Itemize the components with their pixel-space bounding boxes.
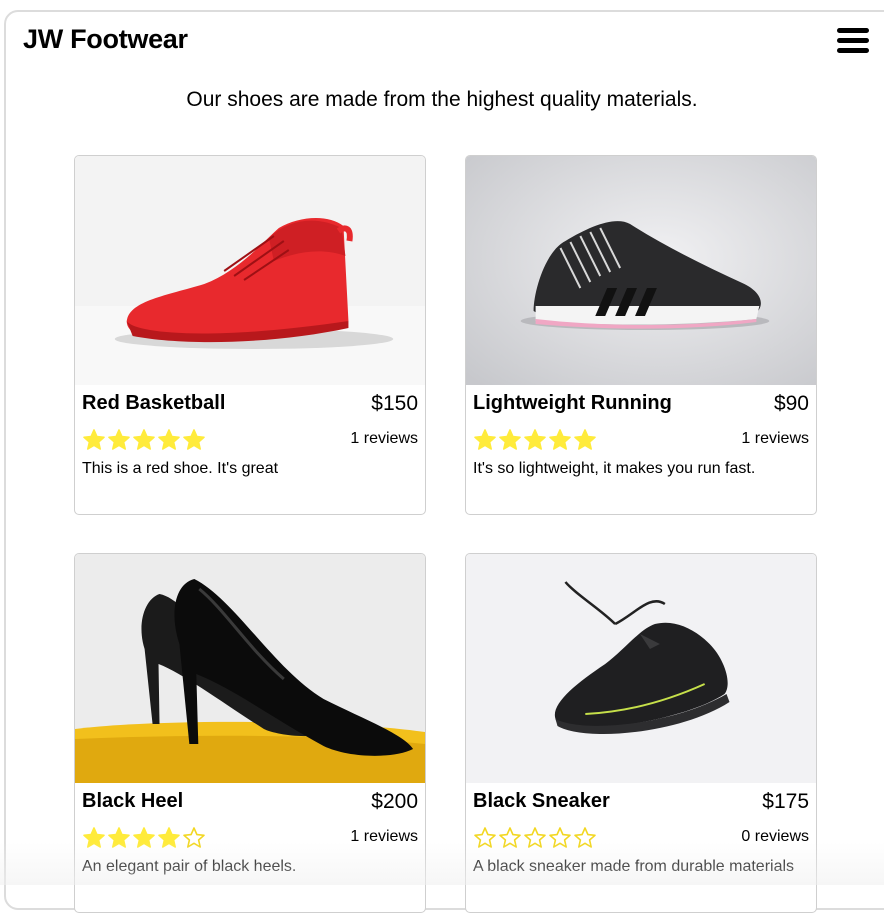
product-image-lightweight-running[interactable] [466,156,816,385]
star-filled-icon [133,429,155,450]
product-name[interactable]: Red Basketball [82,392,225,415]
review-count[interactable]: 1 reviews [741,430,809,448]
product-description: This is a red shoe. It's great [82,460,279,477]
star-filled-icon [108,429,130,450]
product-name[interactable]: Lightweight Running [473,392,672,415]
product-price: $150 [371,392,418,415]
star-filled-icon [499,429,521,450]
product-price: $175 [762,790,809,813]
product-card[interactable]: Black Sneaker $175 0 reviews A black sne… [465,553,817,913]
star-filled-icon [574,429,596,450]
star-filled-icon [133,827,155,848]
star-empty-icon [549,827,571,848]
star-filled-icon [549,429,571,450]
product-price: $90 [773,392,809,415]
product-name[interactable]: Black Sneaker [473,790,610,813]
product-card[interactable]: Lightweight Running $90 1 reviews It's s… [465,155,817,515]
product-image-red-basketball[interactable] [75,156,425,385]
star-filled-icon [474,429,496,450]
star-empty-icon [524,827,546,848]
product-price: $200 [371,790,418,813]
star-empty-icon [183,827,205,848]
review-count[interactable]: 1 reviews [350,430,418,448]
brand-title[interactable]: JW Footwear [23,24,188,55]
star-rating [473,428,597,452]
review-count[interactable]: 0 reviews [741,828,809,846]
review-count[interactable]: 1 reviews [350,828,418,846]
product-card[interactable]: Black Heel $200 1 reviews An elegant pai… [74,553,426,913]
product-card[interactable]: Red Basketball $150 1 reviews This is a … [74,155,426,515]
star-filled-icon [83,827,105,848]
star-filled-icon [158,429,180,450]
star-rating [82,428,206,452]
product-description: A black sneaker made from durable materi… [473,858,795,875]
hamburger-menu-icon[interactable] [837,28,869,54]
star-filled-icon [524,429,546,450]
star-empty-icon [499,827,521,848]
star-empty-icon [474,827,496,848]
star-filled-icon [183,429,205,450]
star-rating [82,826,206,850]
product-description: An elegant pair of black heels. [82,858,297,875]
star-empty-icon [574,827,596,848]
product-image-black-heel[interactable] [75,554,425,783]
tagline: Our shoes are made from the highest qual… [186,88,698,111]
star-rating [473,826,597,850]
star-filled-icon [158,827,180,848]
star-filled-icon [108,827,130,848]
star-filled-icon [83,429,105,450]
product-description: It's so lightweight, it makes you run fa… [473,460,756,477]
product-image-black-sneaker[interactable] [466,554,816,783]
product-name[interactable]: Black Heel [82,790,183,813]
